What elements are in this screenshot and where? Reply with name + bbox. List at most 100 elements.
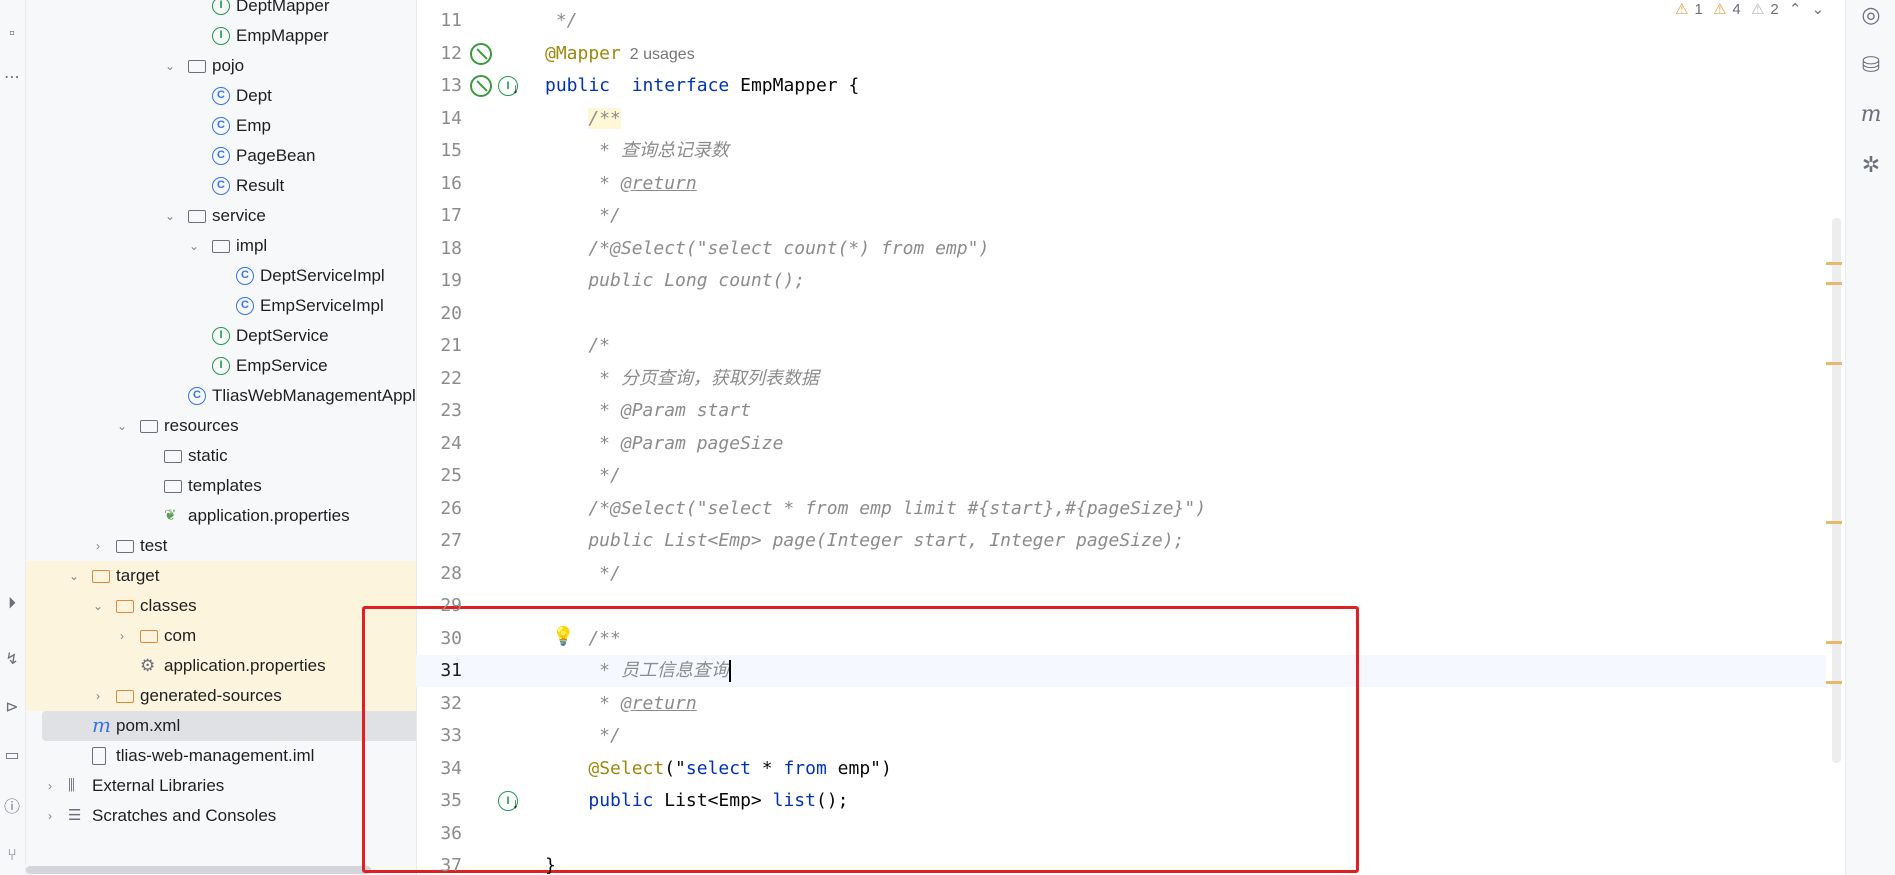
- scroll-marker[interactable]: [1826, 681, 1842, 684]
- code-line[interactable]: */: [545, 5, 578, 37]
- tree-item[interactable]: ⌄ impl: [26, 231, 416, 261]
- tree-item[interactable]: ⌄ target: [26, 561, 416, 591]
- tree-item[interactable]: › generated-sources: [26, 681, 416, 711]
- prev-highlight-icon[interactable]: ⌃: [1789, 1, 1802, 18]
- next-highlight-icon[interactable]: ⌄: [1812, 1, 1825, 18]
- tree-item[interactable]: C Dept: [26, 81, 416, 111]
- code-line[interactable]: */: [545, 558, 621, 590]
- line-number[interactable]: 29: [416, 590, 462, 622]
- code-line[interactable]: */: [545, 460, 621, 492]
- chevron-down-icon[interactable]: ⌄: [162, 51, 178, 81]
- chevron-right-icon[interactable]: ›: [90, 531, 106, 561]
- tree-item[interactable]: ⌄ classes: [26, 591, 416, 621]
- tree-item[interactable]: ⚙ application.properties: [26, 651, 416, 681]
- code-line[interactable]: }: [545, 850, 556, 875]
- line-number[interactable]: 24: [416, 428, 462, 460]
- code-line[interactable]: /*@Select("select count(*) from emp"): [545, 233, 989, 265]
- line-number[interactable]: 25: [416, 460, 462, 492]
- tree-item[interactable]: m pom.xml: [42, 711, 416, 741]
- tree-item[interactable]: › com: [26, 621, 416, 651]
- maven-icon[interactable]: m: [1858, 102, 1884, 128]
- code-line[interactable]: /*@Select("select * from emp limit #{sta…: [545, 493, 1206, 525]
- line-number[interactable]: 37: [416, 850, 462, 875]
- tree-item[interactable]: static: [26, 441, 416, 471]
- scroll-marker[interactable]: [1826, 521, 1842, 524]
- code-line[interactable]: @Mapper 2 usages: [545, 38, 695, 70]
- tree-item[interactable]: › ⫼ External Libraries: [26, 771, 416, 801]
- line-number[interactable]: 22: [416, 363, 462, 395]
- intention-bulb-icon[interactable]: 💡: [552, 626, 574, 647]
- chevron-right-icon[interactable]: ›: [90, 681, 106, 711]
- line-number[interactable]: 12: [416, 38, 462, 70]
- line-number[interactable]: 35: [416, 785, 462, 817]
- line-number[interactable]: 23: [416, 395, 462, 427]
- line-number[interactable]: 11: [416, 5, 462, 37]
- git-icon[interactable]: ↯: [0, 648, 24, 672]
- line-number[interactable]: 20: [416, 298, 462, 330]
- tree-item[interactable]: C PageBean: [26, 141, 416, 171]
- more-icon[interactable]: ⋯: [0, 66, 24, 90]
- run-icon[interactable]: ⏵: [0, 592, 24, 616]
- mybatis-mapper-icon[interactable]: [470, 75, 492, 97]
- inspection-widget[interactable]: ⚠ 1 ⚠ 4 ⚠ 2 ⌃ ⌄: [1675, 0, 1830, 18]
- tree-item[interactable]: C EmpServiceImpl: [26, 291, 416, 321]
- chevron-right-icon[interactable]: ›: [42, 801, 58, 831]
- line-number[interactable]: 36: [416, 818, 462, 850]
- line-number[interactable]: 28: [416, 558, 462, 590]
- code-line[interactable]: */: [545, 720, 621, 752]
- scroll-marker[interactable]: [1826, 362, 1842, 365]
- tree-item[interactable]: ⌄ service: [26, 201, 416, 231]
- line-number[interactable]: 15: [416, 135, 462, 167]
- tree-item[interactable]: tlias-web-management.iml: [26, 741, 416, 771]
- code-line[interactable]: public List<Emp> list();: [545, 785, 848, 817]
- tree-item[interactable]: ⌄ pojo: [26, 51, 416, 81]
- chevron-right-icon[interactable]: ›: [42, 771, 58, 801]
- line-number[interactable]: 18: [416, 233, 462, 265]
- tree-item[interactable]: I DeptService: [26, 321, 416, 351]
- tree-item[interactable]: I DeptMapper: [26, 0, 416, 21]
- line-number[interactable]: 21: [416, 330, 462, 362]
- code-line[interactable]: public Long count();: [545, 265, 805, 297]
- line-number[interactable]: 33: [416, 720, 462, 752]
- tree-item[interactable]: C Emp: [26, 111, 416, 141]
- problems-icon[interactable]: ⓘ: [0, 796, 24, 820]
- code-line[interactable]: /*: [545, 330, 610, 362]
- tree-scrollbar-horizontal[interactable]: [26, 866, 371, 874]
- chevron-down-icon[interactable]: ⌄: [186, 231, 202, 261]
- terminal-icon[interactable]: ▭: [0, 744, 24, 768]
- chevron-down-icon[interactable]: ⌄: [162, 201, 178, 231]
- code-line[interactable]: * @Param pageSize: [545, 428, 783, 460]
- chevron-right-icon[interactable]: ›: [114, 621, 130, 651]
- line-number[interactable]: 17: [416, 200, 462, 232]
- chevron-down-icon[interactable]: ⌄: [90, 591, 106, 621]
- line-number[interactable]: 34: [416, 753, 462, 785]
- line-number[interactable]: 19: [416, 265, 462, 297]
- line-number[interactable]: 31: [416, 655, 462, 687]
- tree-item[interactable]: I EmpMapper: [26, 21, 416, 51]
- code-line[interactable]: */: [545, 200, 621, 232]
- tree-item[interactable]: I EmpService: [26, 351, 416, 381]
- tree-item[interactable]: templates: [26, 471, 416, 501]
- code-line[interactable]: * 分页查询，获取列表数据: [545, 363, 819, 395]
- code-line[interactable]: * @Param start: [545, 395, 751, 427]
- code-line[interactable]: public interface EmpMapper {: [545, 70, 859, 102]
- chevron-down-icon[interactable]: ⌄: [66, 561, 82, 591]
- line-number[interactable]: 26: [416, 493, 462, 525]
- line-number[interactable]: 30: [416, 623, 462, 655]
- tree-item[interactable]: ⌄ resources: [26, 411, 416, 441]
- code-line[interactable]: * @return: [545, 168, 697, 200]
- line-number[interactable]: 16: [416, 168, 462, 200]
- ai-assistant-icon[interactable]: ◎: [1858, 2, 1884, 28]
- vcs-icon[interactable]: ⑂: [0, 844, 24, 868]
- tree-item[interactable]: ❦ application.properties: [26, 501, 416, 531]
- code-line[interactable]: * 员工信息查询: [545, 655, 731, 687]
- code-line[interactable]: * 查询总记录数: [545, 135, 729, 167]
- code-line[interactable]: * @return: [545, 688, 697, 720]
- mybatis-mapper-icon[interactable]: [470, 42, 492, 65]
- tree-item[interactable]: C TliasWebManagementApplic: [26, 381, 416, 411]
- line-number[interactable]: 27: [416, 525, 462, 557]
- code-line[interactable]: public List<Emp> page(Integer start, Int…: [545, 525, 1184, 557]
- database-icon[interactable]: ⛁: [1858, 52, 1884, 78]
- tree-item[interactable]: C DeptServiceImpl: [26, 261, 416, 291]
- line-number[interactable]: 32: [416, 688, 462, 720]
